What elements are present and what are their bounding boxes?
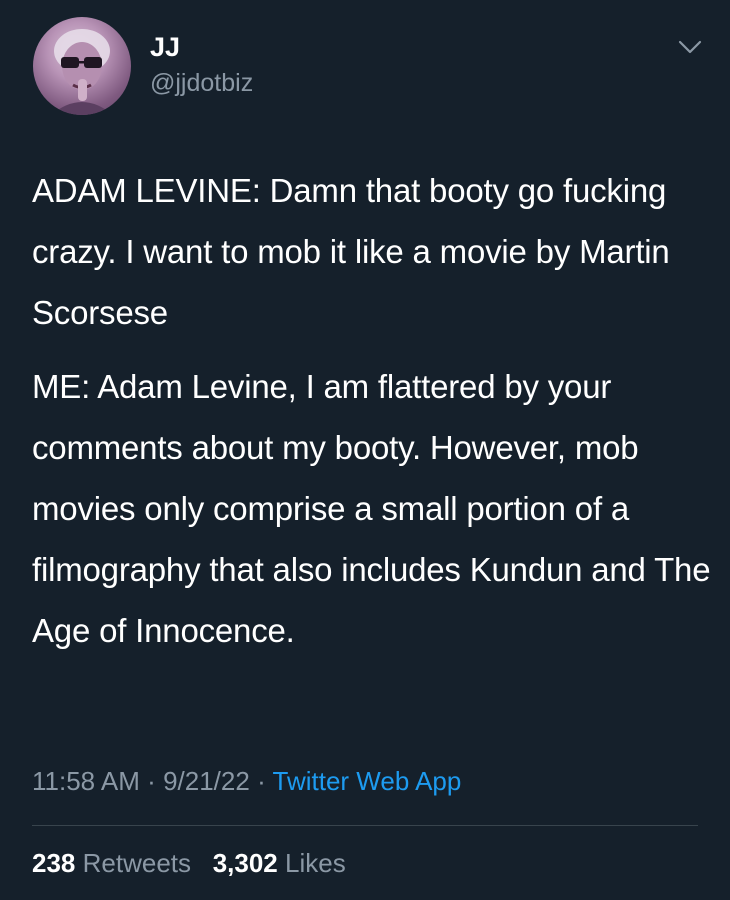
divider bbox=[32, 825, 698, 826]
display-name[interactable]: JJ bbox=[150, 32, 180, 62]
tweet-text-paragraph-2: ME: Adam Levine, I am flattered by your … bbox=[32, 368, 711, 649]
tweet-text-paragraph-1: ADAM LEVINE: Damn that booty go fucking … bbox=[32, 172, 670, 331]
likes-stat[interactable]: 3,302 Likes bbox=[213, 848, 346, 878]
engagement-stats: 238 Retweets 3,302 Likes bbox=[32, 846, 346, 880]
avatar[interactable] bbox=[33, 17, 131, 115]
tweet-metadata: 11:58 AM · 9/21/22 · Twitter Web App bbox=[32, 764, 461, 798]
likes-label: Likes bbox=[285, 848, 346, 878]
metadata-separator: · bbox=[147, 766, 156, 796]
tweet-date[interactable]: 9/21/22 bbox=[163, 766, 250, 796]
avatar-image bbox=[51, 29, 113, 115]
user-handle[interactable]: @jjdotbiz bbox=[150, 68, 253, 98]
tweet-source-link[interactable]: Twitter Web App bbox=[273, 766, 462, 796]
retweets-label: Retweets bbox=[82, 848, 192, 878]
retweets-count: 238 bbox=[32, 848, 76, 878]
chevron-down-icon[interactable] bbox=[672, 34, 708, 60]
likes-count: 3,302 bbox=[212, 848, 278, 878]
tweet-card: JJ @jjdotbiz ADAM LEVINE: Damn that boot… bbox=[0, 0, 730, 900]
metadata-separator: · bbox=[257, 766, 266, 796]
tweet-time[interactable]: 11:58 AM bbox=[32, 766, 140, 796]
retweets-stat[interactable]: 238 Retweets bbox=[32, 848, 198, 878]
